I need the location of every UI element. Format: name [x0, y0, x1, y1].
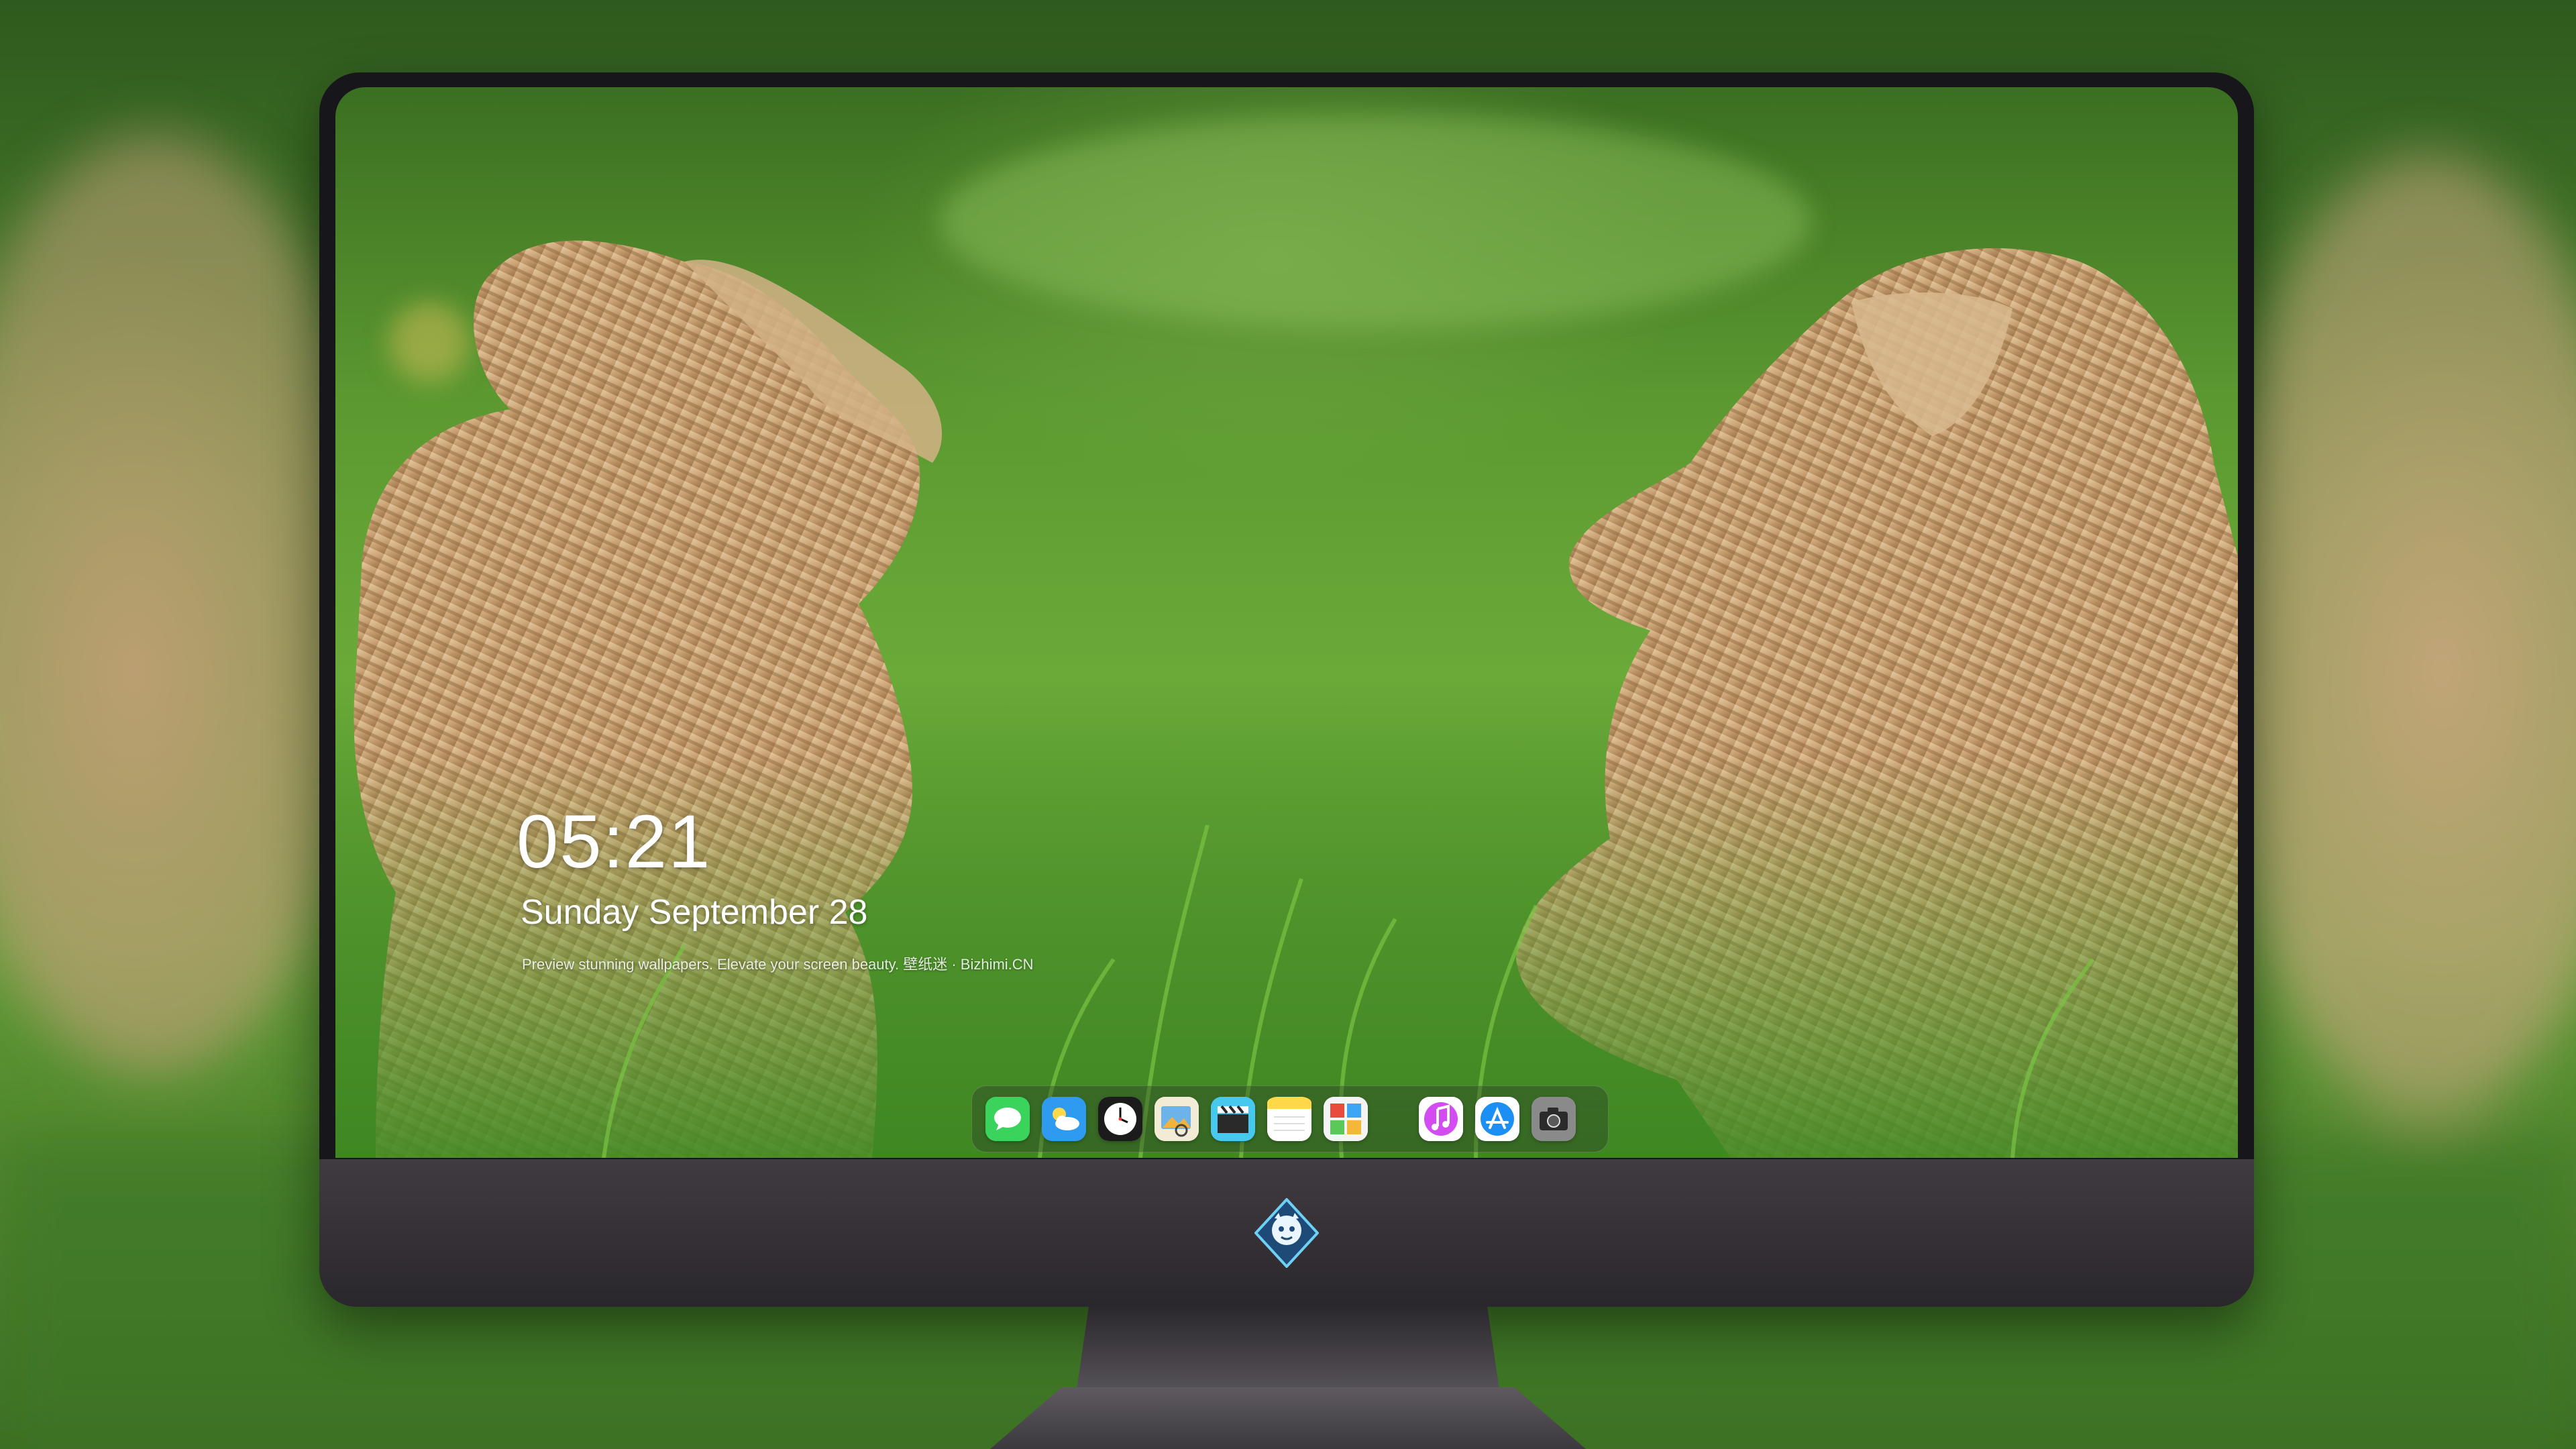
messages-app[interactable]	[985, 1097, 1030, 1141]
clapperboard-icon	[1211, 1097, 1255, 1141]
app-store-app[interactable]	[1475, 1097, 1519, 1141]
notes-app[interactable]	[1267, 1097, 1311, 1141]
clips-app[interactable]	[1211, 1097, 1255, 1141]
lockscreen-clock: 05:21	[517, 800, 712, 883]
wallpaper	[335, 114, 2238, 1158]
clock-icon	[1098, 1097, 1142, 1141]
chat-bubble-icon	[985, 1097, 1030, 1141]
preview-app[interactable]	[1155, 1097, 1199, 1141]
weather-app[interactable]	[1042, 1097, 1086, 1141]
camera-icon	[1532, 1097, 1576, 1141]
app-store-icon	[1475, 1097, 1519, 1141]
brand-logo-icon	[1254, 1198, 1319, 1268]
cloud-sun-icon	[1042, 1097, 1086, 1141]
photo-grid-icon	[1324, 1097, 1368, 1141]
camera-app[interactable]	[1532, 1097, 1576, 1141]
dock	[971, 1085, 1609, 1152]
notepad-icon	[1267, 1097, 1311, 1141]
lockscreen-date: Sunday September 28	[521, 893, 868, 932]
clock-app[interactable]	[1098, 1097, 1142, 1141]
photo-booth-app[interactable]	[1324, 1097, 1368, 1141]
monitor-stand-base	[990, 1387, 1586, 1449]
monitor: 05:21 Sunday September 28 Preview stunni…	[319, 72, 2254, 1307]
monitor-chin	[319, 1159, 2254, 1307]
image-viewer-icon	[1155, 1097, 1199, 1141]
monitor-stand-neck	[1076, 1307, 1500, 1394]
screen: 05:21 Sunday September 28 Preview stunni…	[335, 87, 2238, 1158]
lockscreen-tagline: Preview stunning wallpapers. Elevate you…	[522, 956, 1034, 973]
music-note-icon	[1419, 1097, 1463, 1141]
music-app[interactable]	[1419, 1097, 1463, 1141]
